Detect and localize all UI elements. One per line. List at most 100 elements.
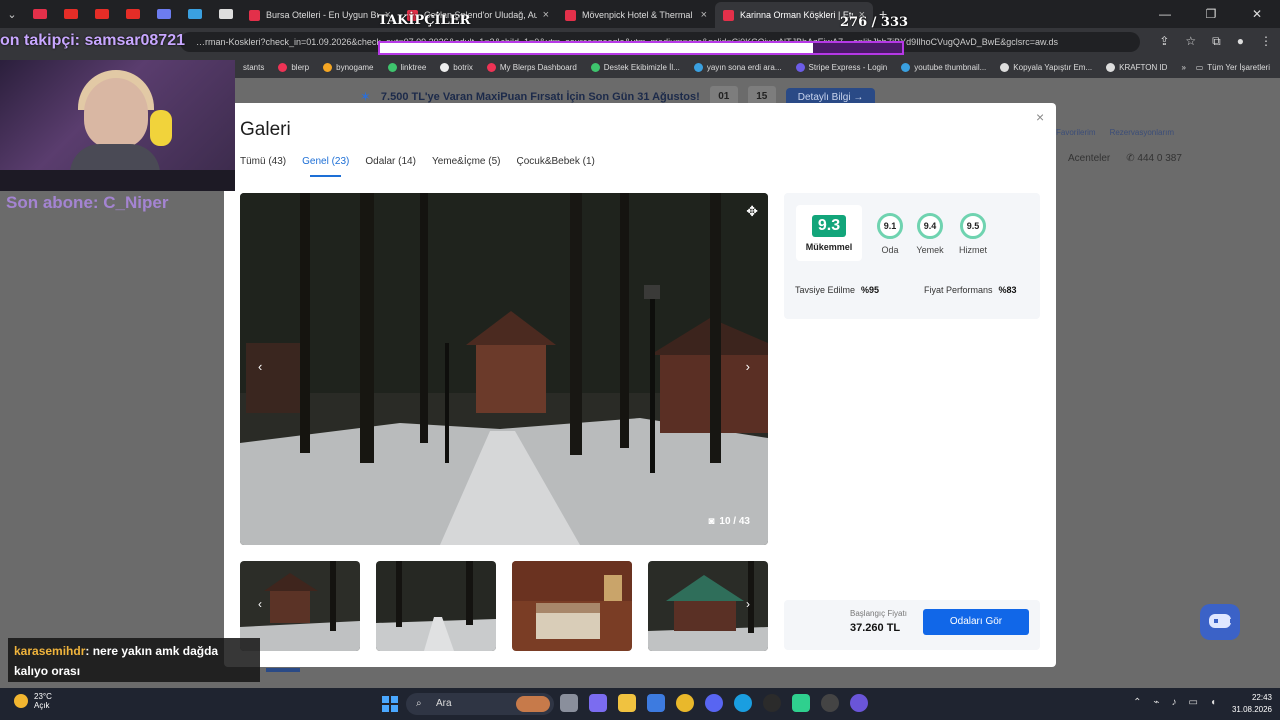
tab-all[interactable]: Tümü (43) bbox=[240, 156, 286, 177]
folder-icon: ▭ bbox=[1195, 62, 1204, 72]
bookmark-item[interactable]: yayın sona erdi ara... bbox=[687, 62, 789, 72]
bookmark-icon bbox=[486, 62, 496, 72]
see-rooms-button[interactable]: Odaları Gör bbox=[923, 609, 1029, 635]
thumbnail[interactable] bbox=[376, 561, 496, 651]
tab-kids[interactable]: Çocuk&Bebek (1) bbox=[517, 156, 595, 177]
app-icon[interactable] bbox=[792, 694, 810, 712]
bookmark-item[interactable]: blerp bbox=[271, 62, 316, 72]
temperature: 23°C bbox=[34, 692, 52, 701]
bookmark-item[interactable]: Stripe Express - Login bbox=[789, 62, 895, 72]
thumbnail[interactable] bbox=[512, 561, 632, 651]
search-highlight-icon bbox=[516, 696, 550, 712]
minimize-icon[interactable]: — bbox=[1142, 0, 1188, 28]
file-explorer-icon[interactable] bbox=[618, 694, 636, 712]
bookmark-label: Kopyala Yapıştır Em... bbox=[1013, 62, 1093, 72]
profile-avatar-icon[interactable]: ● bbox=[1237, 34, 1244, 49]
webcam-face bbox=[84, 78, 148, 148]
overall-score-label: Mükemmel bbox=[805, 242, 853, 252]
all-bookmarks[interactable]: ▭ Tüm Yer İşaretleri bbox=[1196, 56, 1270, 78]
weather-condition: Açık bbox=[34, 701, 50, 710]
search-placeholder: Ara bbox=[436, 698, 452, 709]
pinned-tab[interactable] bbox=[179, 2, 210, 26]
starting-price-value: 37.260 TL bbox=[850, 622, 901, 634]
pinned-tab[interactable] bbox=[210, 2, 241, 26]
store-icon[interactable] bbox=[647, 694, 665, 712]
app-icon bbox=[187, 9, 202, 19]
agencies-link[interactable]: Acenteler bbox=[1068, 153, 1110, 164]
all-bookmarks-label: Tüm Yer İşaretleri bbox=[1207, 62, 1270, 72]
copilot-icon[interactable] bbox=[589, 694, 607, 712]
close-tab-icon[interactable]: × bbox=[543, 9, 549, 21]
close-icon[interactable]: × bbox=[1036, 109, 1044, 125]
photo-counter-text: 10 / 43 bbox=[719, 516, 750, 527]
tab-search-icon[interactable]: ⌄ bbox=[0, 2, 24, 26]
bookmark-icon bbox=[1000, 62, 1010, 72]
browser-tab[interactable]: Mövenpick Hotel & Thermal Sp × bbox=[557, 2, 715, 28]
thumbnail[interactable] bbox=[648, 561, 768, 651]
pinned-tab[interactable] bbox=[24, 2, 55, 26]
phone-link[interactable]: ✆ 444 0 387 bbox=[1126, 153, 1182, 164]
close-tab-icon[interactable]: × bbox=[701, 9, 707, 21]
food-score-value: 9.4 bbox=[917, 213, 943, 239]
taskbar-search[interactable]: ⌕ Ara bbox=[406, 693, 554, 715]
photo-counter: ◙ 10 / 43 bbox=[708, 516, 750, 527]
bookmarks-more-icon[interactable]: » bbox=[1174, 63, 1192, 72]
favorites-link[interactable]: Favorilerim bbox=[1056, 128, 1096, 137]
main-photo[interactable]: ‹ › ✥ ◙ 10 / 43 bbox=[240, 193, 768, 545]
tab-title: Mövenpick Hotel & Thermal Sp bbox=[582, 10, 695, 20]
discord-icon[interactable] bbox=[705, 694, 723, 712]
bookmark-label: yayın sona erdi ara... bbox=[706, 62, 782, 72]
obs-icon[interactable] bbox=[821, 694, 839, 712]
microphone-icon[interactable]: ♪ bbox=[1172, 697, 1177, 708]
weather-widget[interactable]: 23°C Açık bbox=[14, 692, 52, 710]
next-photo-icon[interactable]: › bbox=[746, 359, 750, 374]
pinned-tab[interactable] bbox=[148, 2, 179, 26]
prev-photo-icon[interactable]: ‹ bbox=[258, 359, 262, 374]
bookmark-icon bbox=[387, 62, 397, 72]
chatbot-icon[interactable] bbox=[1200, 604, 1240, 640]
bookmark-item[interactable]: Kopyala Yapıştır Em... bbox=[993, 62, 1099, 72]
pinned-tab[interactable] bbox=[86, 2, 117, 26]
recommend-label: Tavsiye Edilme bbox=[795, 285, 856, 295]
prev-thumbnail-icon[interactable]: ‹ bbox=[258, 597, 262, 611]
bookmark-item[interactable]: botrix bbox=[433, 62, 480, 72]
bookmark-star-icon[interactable]: ☆ bbox=[1185, 34, 1196, 49]
bookmark-label: Stripe Express - Login bbox=[808, 62, 888, 72]
chevron-up-icon[interactable]: ⌃ bbox=[1133, 697, 1141, 708]
chrome-icon[interactable] bbox=[676, 694, 694, 712]
webcam-feed bbox=[0, 60, 235, 191]
pinned-tab[interactable] bbox=[55, 2, 86, 26]
menu-icon[interactable]: ⋮ bbox=[1260, 34, 1272, 49]
pinned-tab[interactable] bbox=[117, 2, 148, 26]
bookmark-item[interactable]: My Blerps Dashboard bbox=[480, 62, 584, 72]
app-icon[interactable] bbox=[850, 694, 868, 712]
clock[interactable]: 22:43 31.08.2026 bbox=[1232, 692, 1272, 716]
score-panel: 9.3 Mükemmel 9.1 Oda 9.4 Yemek 9.5 Hizme… bbox=[784, 193, 1040, 319]
bookmark-item[interactable]: KRAFTON ID bbox=[1099, 62, 1174, 72]
bookmark-item[interactable]: youtube thumbnail... bbox=[894, 62, 993, 72]
next-thumbnail-icon[interactable]: › bbox=[746, 597, 750, 611]
tab-rooms[interactable]: Odalar (14) bbox=[365, 156, 416, 177]
bookmark-item[interactable]: bynogame bbox=[316, 62, 380, 72]
maximize-icon[interactable]: ❐ bbox=[1188, 0, 1234, 28]
promo-text: 7.500 TL'ye Varan MaxiPuan Fırsatı İçin … bbox=[380, 91, 700, 103]
network-icon[interactable]: ⌁ bbox=[1153, 697, 1159, 708]
fullscreen-icon[interactable]: ✥ bbox=[746, 203, 758, 220]
tab-food-drink[interactable]: Yeme&İçme (5) bbox=[432, 156, 501, 177]
extensions-icon[interactable]: ⧉ bbox=[1212, 34, 1221, 49]
task-view-icon[interactable] bbox=[560, 694, 578, 712]
reservations-link[interactable]: Rezervasyonlarım bbox=[1110, 128, 1174, 137]
browser-tab[interactable]: Bursa Otelleri - En Uygun Bursa× bbox=[241, 2, 399, 28]
display-icon[interactable]: ▭ bbox=[1189, 697, 1198, 708]
tab-general[interactable]: Genel (23) bbox=[302, 156, 349, 177]
account-links: Favorilerim Rezervasyonlarım bbox=[1056, 128, 1174, 137]
edge-icon[interactable] bbox=[734, 694, 752, 712]
app-icon[interactable] bbox=[763, 694, 781, 712]
start-icon[interactable] bbox=[382, 696, 398, 712]
volume-icon[interactable]: ◖ bbox=[1210, 697, 1216, 708]
bookmark-item[interactable]: stants bbox=[236, 63, 271, 72]
share-icon[interactable]: ⇪ bbox=[1159, 34, 1169, 49]
bookmark-item[interactable]: linktree bbox=[381, 62, 434, 72]
bookmark-item[interactable]: Destek Ekibimizle İl... bbox=[584, 62, 687, 72]
close-window-icon[interactable]: ✕ bbox=[1234, 0, 1280, 28]
